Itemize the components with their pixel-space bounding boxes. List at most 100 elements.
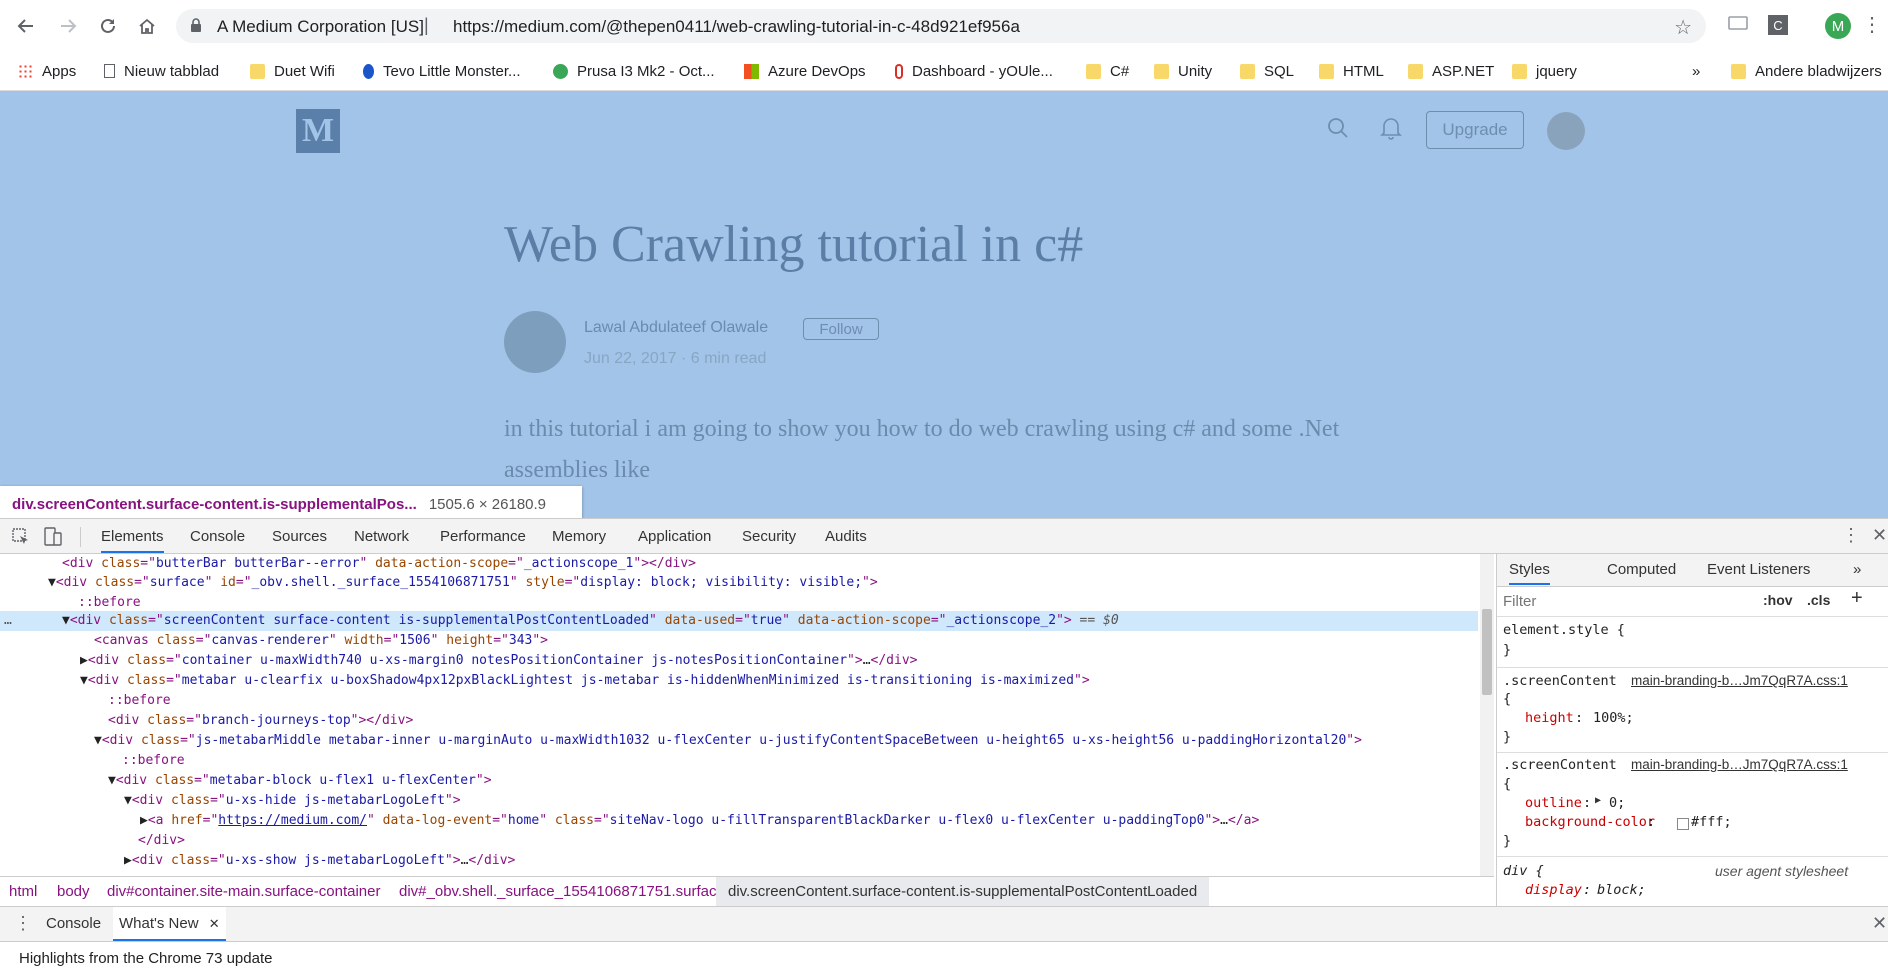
dom-node[interactable]: <div class="branch-journeys-top"></div> (108, 711, 413, 731)
css-value[interactable]: 0; (1609, 795, 1625, 811)
bookmark-prusa[interactable]: Prusa I3 Mk2 - Oct... (553, 58, 715, 84)
expand-triangle-icon[interactable]: ▶ (1595, 795, 1601, 806)
tab-sources[interactable]: Sources (272, 528, 327, 545)
breadcrumb-item[interactable]: div#_obv.shell._surface_1554106871751.su… (399, 883, 725, 900)
styles-filter-input[interactable] (1501, 590, 1745, 612)
dom-scrollbar[interactable] (1480, 554, 1494, 876)
address-bar[interactable]: A Medium Corporation [US] | https://medi… (176, 9, 1706, 43)
tab-network[interactable]: Network (354, 528, 409, 545)
profile-avatar[interactable]: M (1825, 13, 1851, 39)
dom-node[interactable]: ▶<div class="container u-maxWidth740 u-x… (80, 651, 918, 671)
node-actions-ellipsis[interactable]: … (4, 611, 12, 631)
css-value[interactable]: 100%; (1593, 710, 1634, 726)
close-drawer-icon[interactable]: ✕ (1872, 913, 1887, 934)
breadcrumb-item-current[interactable]: div.screenContent.surface-content.is-sup… (716, 877, 1210, 906)
dom-node-selected[interactable]: ▼<div class="screenContent surface-conte… (62, 611, 1119, 631)
bookmark-csharp[interactable]: C# (1086, 58, 1129, 84)
upgrade-button[interactable]: Upgrade (1426, 111, 1524, 149)
search-icon[interactable] (1327, 117, 1349, 139)
bookmark-jquery[interactable]: jquery (1512, 58, 1577, 84)
bell-icon[interactable] (1380, 116, 1402, 140)
bookmark-unity[interactable]: Unity (1154, 58, 1212, 84)
dom-node[interactable]: ▼<div class="metabar-block u-flex1 u-fle… (108, 771, 492, 791)
tab-application[interactable]: Application (638, 528, 711, 545)
tab-performance[interactable]: Performance (440, 528, 526, 545)
dom-node[interactable]: ▶<a href="https://medium.com/" data-log-… (140, 811, 1259, 831)
bookmark-tevo[interactable]: Tevo Little Monster... (363, 58, 521, 84)
home-button[interactable] (133, 12, 161, 40)
reload-button[interactable] (94, 12, 122, 40)
dom-node[interactable]: ▼<div class="metabar u-clearfix u-boxSha… (80, 671, 1090, 691)
bookmark-sql[interactable]: SQL (1240, 58, 1294, 84)
styles-overflow-button[interactable]: » (1853, 561, 1861, 578)
breadcrumb-item[interactable]: body (57, 883, 90, 900)
rule-source-link[interactable]: main-branding-b…Jm7QqR7A.css:1 (1631, 673, 1848, 688)
css-value[interactable]: #fff; (1691, 814, 1732, 830)
bookmark-duet-wifi[interactable]: Duet Wifi (250, 58, 335, 84)
scroll-thumb[interactable] (1482, 609, 1492, 695)
medium-logo[interactable]: M (296, 109, 340, 153)
dom-pseudo[interactable]: ::before (78, 593, 141, 613)
hov-toggle[interactable]: :hov (1763, 592, 1793, 608)
dom-pseudo[interactable]: ::before (108, 691, 171, 711)
tab-memory[interactable]: Memory (552, 528, 606, 545)
color-swatch[interactable] (1677, 818, 1689, 830)
dom-node[interactable]: ▼<div class="js-metabarMiddle metabar-in… (94, 731, 1362, 751)
css-property[interactable]: background-color (1525, 814, 1655, 830)
rule-selector[interactable]: .screenContent (1503, 673, 1617, 689)
tab-styles[interactable]: Styles (1509, 561, 1550, 585)
bookmark-html[interactable]: HTML (1319, 58, 1384, 84)
dom-node[interactable]: <div class="butterBar butterBar--error" … (62, 554, 696, 574)
url-text[interactable]: https://medium.com/@thepen0411/web-crawl… (453, 17, 1020, 37)
user-avatar[interactable] (1547, 112, 1585, 150)
css-property[interactable]: height (1525, 710, 1574, 726)
author-avatar[interactable] (504, 311, 566, 373)
drawer-menu-icon[interactable]: ⋮ (14, 913, 32, 934)
dom-node[interactable]: </div> (138, 831, 185, 851)
tab-audits[interactable]: Audits (825, 528, 867, 545)
bookmark-star-icon[interactable]: ☆ (1674, 15, 1692, 40)
drawer-tab-console[interactable]: Console (46, 915, 101, 932)
dom-node[interactable]: <canvas class="canvas-renderer" width="1… (94, 631, 548, 651)
device-toolbar-icon[interactable] (44, 527, 62, 547)
tab-security[interactable]: Security (742, 528, 796, 545)
follow-button[interactable]: Follow (803, 318, 879, 340)
css-property[interactable]: display (1525, 882, 1582, 898)
add-rule-button[interactable]: + (1851, 587, 1863, 610)
other-bookmarks[interactable]: Andere bladwijzers (1731, 58, 1882, 84)
bookmark-aspnet[interactable]: ASP.NET (1408, 58, 1494, 84)
devtools-menu-icon[interactable]: ⋮ (1842, 525, 1860, 546)
forward-button[interactable] (54, 12, 82, 40)
dom-tree[interactable]: … <div class="butterBar butterBar--error… (0, 554, 1494, 876)
css-property[interactable]: outline (1525, 795, 1582, 811)
breadcrumb-item[interactable]: div#container.site-main.surface-containe… (107, 883, 380, 900)
tab-console[interactable]: Console (190, 528, 245, 545)
close-devtools-icon[interactable]: ✕ (1872, 525, 1887, 546)
drawer-tab-whats-new[interactable]: What's New ✕ (113, 907, 226, 941)
rule-selector[interactable]: .screenContent (1503, 757, 1617, 773)
rule-selector[interactable]: div { (1503, 863, 1544, 879)
breadcrumb-item[interactable]: html (9, 883, 37, 900)
css-value[interactable]: block; (1597, 882, 1646, 898)
cast-icon[interactable] (1728, 16, 1748, 32)
rule-source-link[interactable]: main-branding-b…Jm7QqR7A.css:1 (1631, 757, 1848, 772)
dom-node[interactable]: ▼<div class="surface" id="_obv.shell._su… (48, 573, 878, 593)
extension-c-icon[interactable]: C (1768, 15, 1788, 35)
bookmark-apps[interactable]: Apps (18, 58, 76, 84)
bookmark-azure-devops[interactable]: Azure DevOps (744, 58, 866, 84)
inspect-element-icon[interactable] (12, 528, 30, 546)
menu-dots-icon[interactable]: ⋮ (1862, 12, 1882, 38)
author-name[interactable]: Lawal Abdulateef Olawale (584, 319, 768, 337)
tab-event-listeners[interactable]: Event Listeners (1707, 561, 1810, 578)
close-tab-icon[interactable]: ✕ (209, 916, 220, 931)
bookmark-dashboard[interactable]: Dashboard - yOUle... (895, 58, 1053, 84)
bookmark-nieuw-tabblad[interactable]: Nieuw tabblad (104, 58, 219, 84)
tab-elements[interactable]: Elements (101, 528, 164, 553)
tab-computed[interactable]: Computed (1607, 561, 1676, 578)
back-button[interactable] (12, 12, 40, 40)
rule-selector[interactable]: element.style { (1503, 622, 1625, 638)
dom-node[interactable]: ▶<div class="u-xs-show js-metabarLogoLef… (124, 851, 515, 871)
dom-pseudo[interactable]: ::before (122, 751, 185, 771)
dom-node[interactable]: ▼<div class="u-xs-hide js-metabarLogoLef… (124, 791, 461, 811)
bookmarks-overflow-button[interactable]: » (1692, 58, 1700, 84)
